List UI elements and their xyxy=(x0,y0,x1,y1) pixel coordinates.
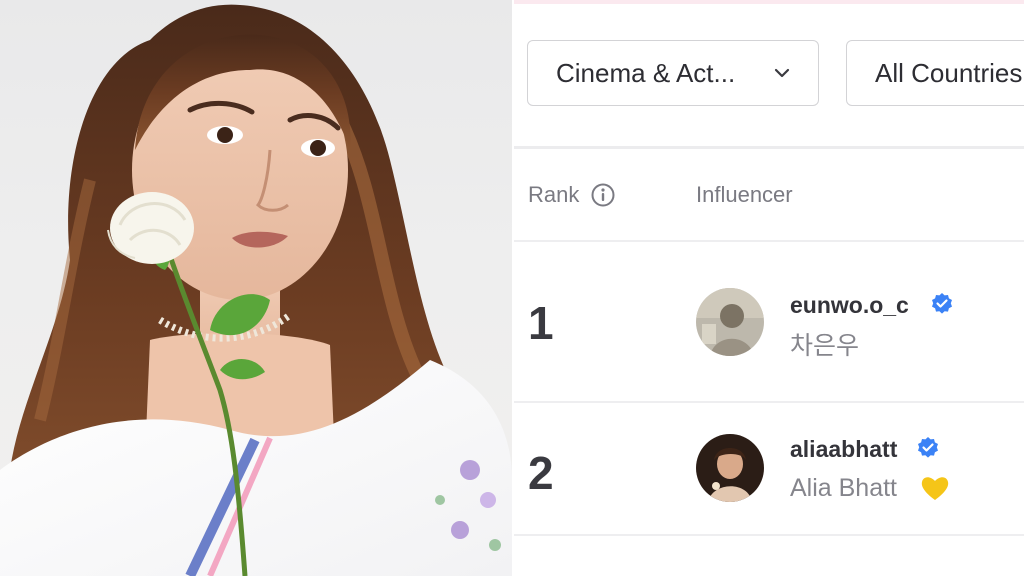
row-divider xyxy=(514,401,1024,403)
avatar-image xyxy=(696,288,764,356)
profile-photo xyxy=(0,0,512,576)
country-dropdown[interactable]: All Countries xyxy=(846,40,1024,106)
rank-number: 1 xyxy=(528,297,554,349)
chevron-down-icon xyxy=(774,68,790,78)
avatar[interactable] xyxy=(696,288,764,356)
influencer-display-name: 차은우 xyxy=(790,332,860,360)
avatar-image xyxy=(696,434,764,502)
influencer-ranking-panel: Cinema & Act... All Countries Rank Influ… xyxy=(514,0,1024,576)
rank-column-header: Rank xyxy=(528,182,580,207)
country-dropdown-label: All Countries xyxy=(875,57,1023,88)
influencer-handle[interactable]: aliaabhatt xyxy=(790,436,897,463)
rank-number: 2 xyxy=(528,447,554,499)
header-divider xyxy=(514,240,1024,242)
verified-badge-icon xyxy=(918,437,938,458)
row-divider xyxy=(514,534,1024,536)
category-dropdown-label: Cinema & Act... xyxy=(556,57,736,88)
top-border xyxy=(514,0,1024,4)
avatar[interactable] xyxy=(696,434,764,502)
influencer-display-name: Alia Bhatt xyxy=(790,474,898,502)
verified-badge-icon xyxy=(932,293,952,314)
portrait-illustration xyxy=(0,4,512,576)
influencer-column-header: Influencer xyxy=(696,182,793,207)
filters-divider xyxy=(514,146,1024,149)
info-icon[interactable] xyxy=(590,182,616,208)
category-dropdown[interactable]: Cinema & Act... xyxy=(527,40,819,106)
influencer-handle[interactable]: eunwo.o_c xyxy=(790,292,909,319)
yellow-heart-icon xyxy=(921,477,949,500)
